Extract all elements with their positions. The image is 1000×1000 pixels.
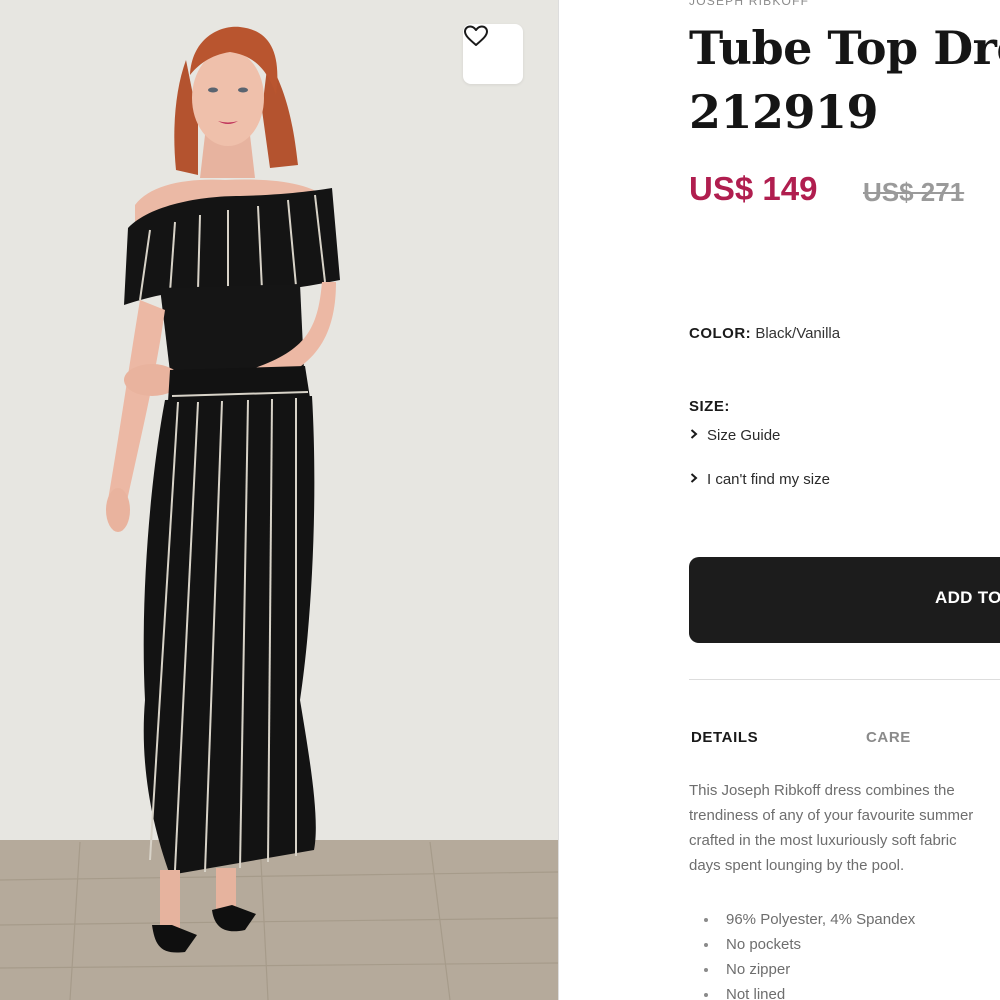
add-to-cart-label: ADD TO CART xyxy=(935,588,1000,607)
size-label: SIZE: xyxy=(689,398,730,415)
list-item: Not lined xyxy=(689,982,915,1000)
chevron-right-icon xyxy=(689,471,703,488)
feature-list: 96% Polyester, 4% Spandex No pockets No … xyxy=(689,907,915,1000)
color-label: COLOR: xyxy=(689,325,752,342)
description-line: days spent lounging by the pool. xyxy=(689,857,905,874)
chevron-right-icon xyxy=(689,427,703,444)
list-item: No pockets xyxy=(689,932,915,957)
tab-details[interactable]: DETAILS xyxy=(691,729,758,746)
color-value: Black/Vanilla xyxy=(755,325,841,342)
add-to-cart-button[interactable]: ADD TO CART xyxy=(689,557,1000,643)
list-item: No zipper xyxy=(689,957,915,982)
cant-find-size-label: I can't find my size xyxy=(707,471,830,488)
model-photo xyxy=(0,0,558,1000)
heart-icon xyxy=(464,25,488,46)
current-price: US$ 149 xyxy=(689,170,818,207)
list-item: 96% Polyester, 4% Spandex xyxy=(689,907,915,932)
color-selector: COLOR: Black/Vanilla xyxy=(689,325,840,342)
favorite-button[interactable] xyxy=(463,24,523,84)
description-line: trendiness of any of your favourite summ… xyxy=(689,807,974,824)
product-description: This Joseph Ribkoff dress combines the t… xyxy=(689,778,1000,878)
product-title: Tube Top Dress 212919 xyxy=(689,21,1000,139)
tab-care[interactable]: CARE xyxy=(866,729,911,746)
size-guide-label: Size Guide xyxy=(707,427,781,444)
original-price: US$ 271 xyxy=(863,177,965,207)
size-guide-link[interactable]: Size Guide xyxy=(689,427,780,444)
section-divider xyxy=(689,679,1000,680)
cant-find-size-link[interactable]: I can't find my size xyxy=(689,471,830,488)
product-image xyxy=(0,0,558,1000)
product-info-panel: JOSEPH RIBKOFF Tube Top Dress 212919 US$… xyxy=(689,0,1000,1000)
brand-name[interactable]: JOSEPH RIBKOFF xyxy=(689,0,809,8)
description-line: crafted in the most luxuriously soft fab… xyxy=(689,832,957,849)
description-line: This Joseph Ribkoff dress combines the xyxy=(689,782,955,799)
column-divider xyxy=(558,0,559,1000)
